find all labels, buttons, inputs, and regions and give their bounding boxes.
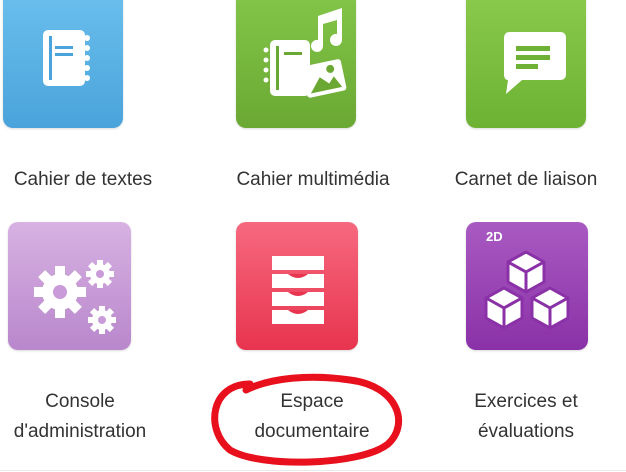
app-tile-espace-documentaire[interactable] <box>236 222 358 350</box>
multimedia-notebook-icon <box>263 8 347 98</box>
speech-bubble-icon <box>504 32 566 94</box>
gears-icon <box>34 260 116 334</box>
notebook-icon <box>43 30 90 86</box>
app-label-exercices-line2[interactable]: évaluations <box>426 418 626 446</box>
app-label-cahier-multimedia[interactable]: Cahier multimédia <box>213 166 413 194</box>
app-tile-exercices-evaluations[interactable]: 2D <box>466 222 588 350</box>
app-tile-cahier-de-textes[interactable] <box>3 0 123 128</box>
app-label-console-line2[interactable]: d'administration <box>0 418 180 446</box>
drawers-icon <box>272 256 324 324</box>
app-launcher-grid: Cahier de textes Cahier multimédia Carne… <box>0 0 626 472</box>
cubes-icon <box>484 250 570 330</box>
app-label-carnet-de-liaison[interactable]: Carnet de liaison <box>426 166 626 194</box>
app-tile-console-administration[interactable] <box>8 222 131 350</box>
app-label-console-line1[interactable]: Console <box>0 388 180 416</box>
divider <box>0 470 626 471</box>
app-label-exercices-line1[interactable]: Exercices et <box>426 388 626 416</box>
app-label-espace-line1[interactable]: Espace <box>212 388 412 416</box>
app-tile-carnet-de-liaison[interactable] <box>466 0 586 128</box>
app-label-espace-line2[interactable]: documentaire <box>212 418 412 446</box>
app-tile-cahier-multimedia[interactable] <box>236 0 356 128</box>
app-label-cahier-de-textes[interactable]: Cahier de textes <box>0 166 183 194</box>
